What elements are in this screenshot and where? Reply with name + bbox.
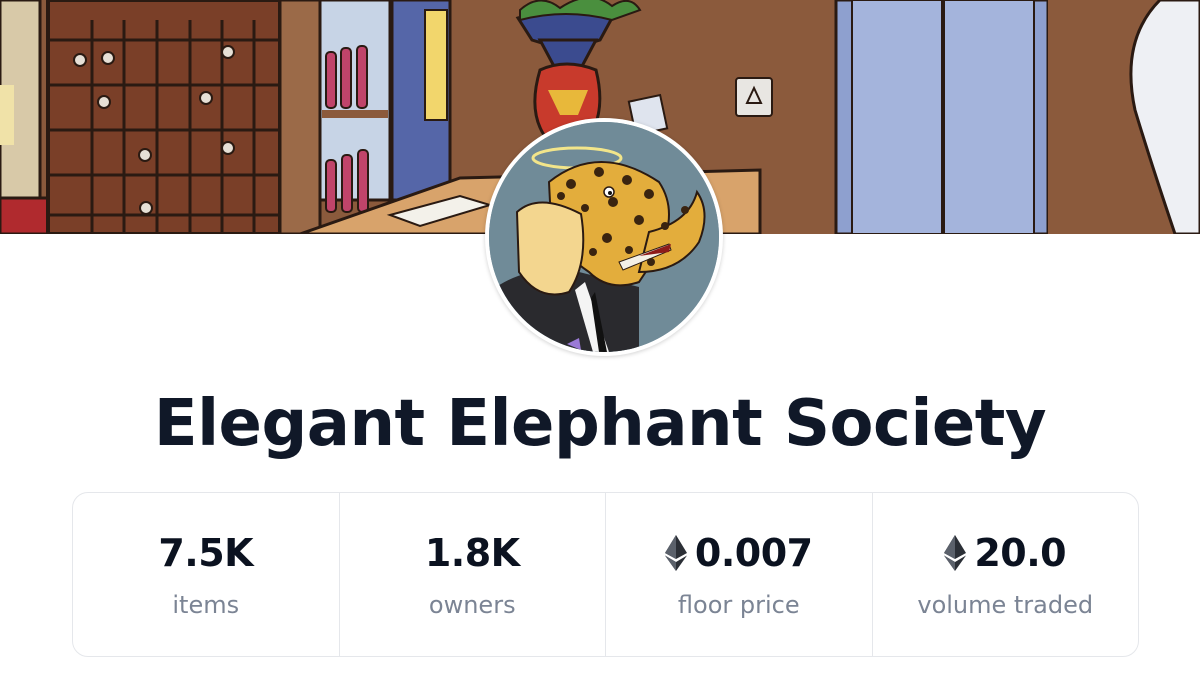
collection-stats: 7.5K items 1.8K owners 0.007 floor price xyxy=(72,492,1139,657)
stat-volume-traded: 20.0 volume traded xyxy=(873,493,1139,656)
stat-value: 20.0 xyxy=(944,530,1067,576)
stat-label: floor price xyxy=(677,590,800,619)
stat-value-text: 1.8K xyxy=(424,530,520,575)
stat-floor-price: 0.007 floor price xyxy=(606,493,873,656)
ethereum-icon xyxy=(944,534,967,571)
stat-value-text: 20.0 xyxy=(974,530,1067,575)
stat-value: 0.007 xyxy=(664,530,813,576)
stat-label: volume traded xyxy=(917,590,1094,619)
ethereum-icon xyxy=(664,534,687,571)
stat-value-text: 7.5K xyxy=(158,530,254,575)
stat-value-text: 0.007 xyxy=(694,530,813,575)
stat-label: owners xyxy=(428,590,516,619)
stat-value: 7.5K xyxy=(158,530,253,576)
collection-avatar xyxy=(485,118,723,356)
stat-label: items xyxy=(172,590,240,619)
collection-title: Elegant Elephant Society xyxy=(153,387,1047,461)
stat-owners: 1.8K owners xyxy=(340,493,606,656)
stat-value: 1.8K xyxy=(425,530,520,576)
stat-items: 7.5K items xyxy=(73,493,340,656)
